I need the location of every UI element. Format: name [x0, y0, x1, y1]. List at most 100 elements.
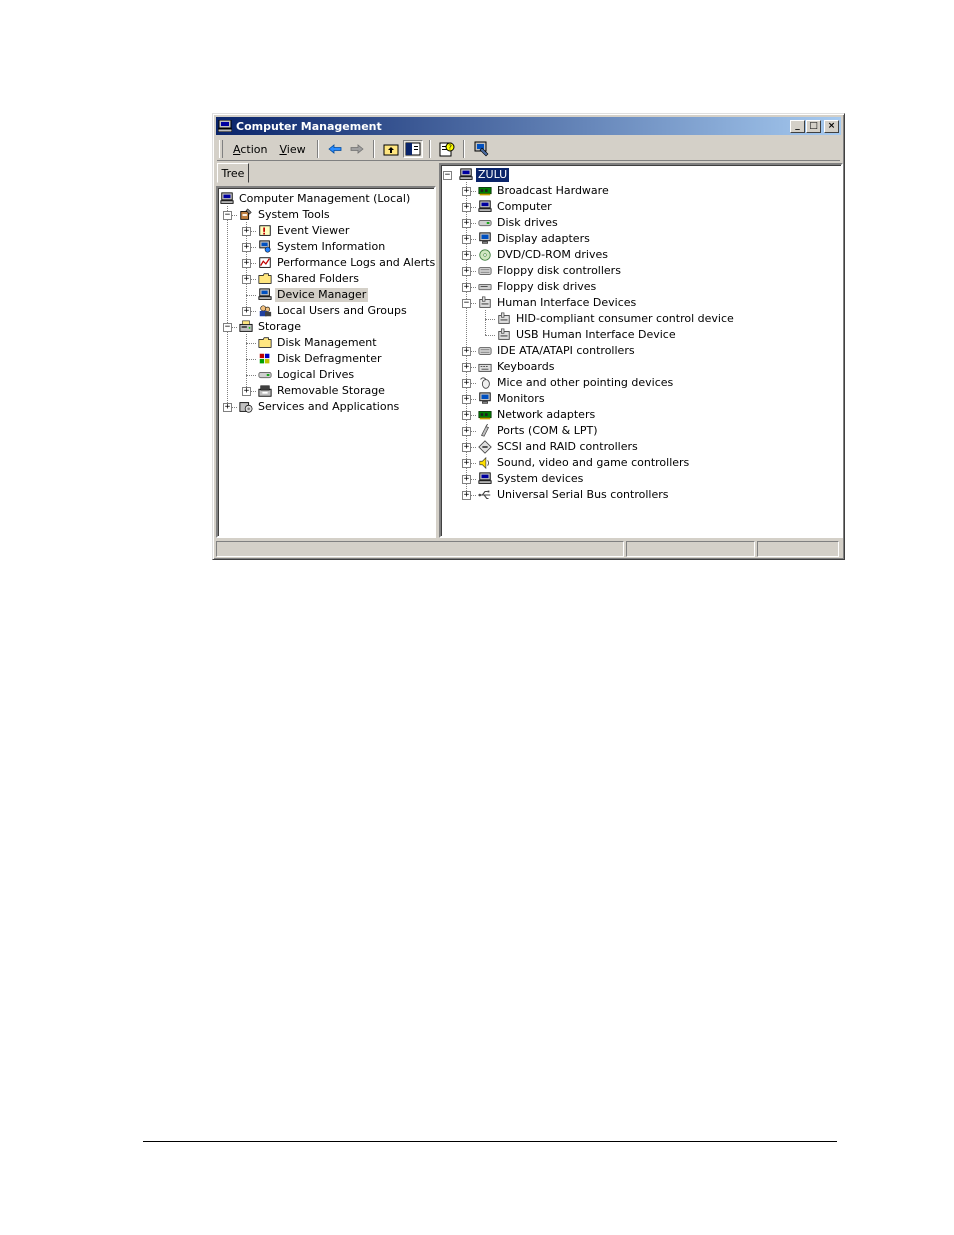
device-node-broadcast-hardware[interactable]: + Broadcast Hardware — [441, 183, 841, 199]
expand-button[interactable]: + — [462, 251, 471, 260]
expand-button[interactable]: + — [462, 475, 471, 484]
expand-button[interactable]: + — [462, 395, 471, 404]
expand-button[interactable]: + — [462, 491, 471, 500]
menu-view[interactable]: View — [273, 141, 311, 158]
toolbar-grip[interactable] — [219, 140, 223, 158]
tree-node-label: IDE ATA/ATAPI controllers — [497, 344, 635, 357]
performance-icon — [259, 257, 271, 268]
expand-button[interactable]: + — [462, 219, 471, 228]
expand-button[interactable]: + — [462, 379, 471, 388]
tree-node-system-tools[interactable]: − System Tools — [218, 207, 434, 223]
device-node-hid-compliant-consumer-control-device[interactable]: HID-compliant consumer control device — [441, 311, 841, 327]
expand-button[interactable]: + — [462, 443, 471, 452]
expand-button[interactable]: + — [462, 459, 471, 468]
device-node-zulu[interactable]: − ZULU — [441, 167, 841, 183]
device-node-monitors[interactable]: + Monitors — [441, 391, 841, 407]
expand-button[interactable]: + — [462, 203, 471, 212]
device-node-sound-video-and-game-controllers[interactable]: + Sound, video and game controllers — [441, 455, 841, 471]
computer-management-window: Computer Management _ □ × Action View ? — [212, 113, 845, 560]
up-one-level-button[interactable] — [381, 140, 401, 158]
tree-node-computer-management-local[interactable]: Computer Management (Local) — [218, 191, 434, 207]
tree-node-label: Disk drives — [497, 216, 558, 229]
expand-button[interactable]: + — [462, 363, 471, 372]
tree-node-logical-drives[interactable]: Logical Drives — [218, 367, 434, 383]
tab-tree[interactable]: Tree — [217, 163, 249, 183]
tree-node-system-information[interactable]: + System Information — [218, 239, 434, 255]
tree-node-removable-storage[interactable]: + Removable Storage — [218, 383, 434, 399]
menu-view-label: iew — [286, 142, 306, 156]
toolbar: Action View ? — [217, 138, 840, 161]
tree-node-event-viewer[interactable]: + Event Viewer — [218, 223, 434, 239]
device-node-display-adapters[interactable]: + Display adapters — [441, 231, 841, 247]
expand-button[interactable]: + — [242, 387, 251, 396]
properties-button[interactable]: ? — [437, 140, 457, 158]
scsi-icon — [478, 440, 492, 454]
expand-button[interactable]: + — [462, 187, 471, 196]
scan-hardware-button[interactable] — [471, 140, 491, 158]
expand-button[interactable]: + — [242, 275, 251, 284]
details-pane[interactable]: − ZULU + Broadcast Hardware + Computer + Disk d… — [439, 163, 843, 538]
close-button[interactable]: × — [824, 119, 839, 133]
show-hide-tree-button[interactable] — [402, 140, 423, 158]
collapse-button[interactable]: − — [462, 299, 471, 308]
monitor-icon — [479, 232, 491, 244]
device-node-usb-human-interface-device[interactable]: USB Human Interface Device — [441, 327, 841, 343]
device-node-floppy-disk-controllers[interactable]: + Floppy disk controllers — [441, 263, 841, 279]
tree-node-disk-management[interactable]: Disk Management — [218, 335, 434, 351]
tree-node-shared-folders[interactable]: + Shared Folders — [218, 271, 434, 287]
tree-pane[interactable]: Computer Management (Local) − System Tools… — [216, 186, 436, 538]
expand-button[interactable]: + — [242, 307, 251, 316]
device-node-disk-drives[interactable]: + Disk drives — [441, 215, 841, 231]
minimize-button[interactable]: _ — [790, 119, 805, 133]
tree-node-label: Network adapters — [497, 408, 596, 421]
tree-node-label: Removable Storage — [277, 384, 385, 397]
expand-button[interactable]: + — [242, 243, 251, 252]
collapse-button[interactable]: − — [443, 171, 452, 180]
removable-storage-icon — [258, 385, 272, 397]
menu-action[interactable]: Action — [227, 141, 273, 158]
tree-node-local-users-and-groups[interactable]: + Local Users and Groups — [218, 303, 434, 319]
expand-button[interactable]: + — [462, 427, 471, 436]
tree-node-storage[interactable]: − Storage — [218, 319, 434, 335]
tree-node-label: DVD/CD-ROM drives — [497, 248, 608, 261]
tree-node-services-and-applications[interactable]: + Services and Applications — [218, 399, 434, 415]
maximize-button[interactable]: □ — [806, 119, 821, 133]
device-node-dvd-cd-rom-drives[interactable]: + DVD/CD-ROM drives — [441, 247, 841, 263]
computer-icon — [459, 168, 473, 180]
device-node-system-devices[interactable]: + System devices — [441, 471, 841, 487]
tree-node-label: SCSI and RAID controllers — [497, 440, 638, 453]
device-node-ports-com-lpt[interactable]: + Ports (COM & LPT) — [441, 423, 841, 439]
device-node-floppy-disk-drives[interactable]: + Floppy disk drives — [441, 279, 841, 295]
back-button[interactable] — [325, 140, 345, 158]
expand-button[interactable]: + — [462, 347, 471, 356]
expand-button[interactable]: + — [242, 227, 251, 236]
device-node-mice-and-other-pointing-devices[interactable]: + Mice and other pointing devices — [441, 375, 841, 391]
expand-button[interactable]: + — [223, 403, 232, 412]
tree-node-device-manager[interactable]: Device Manager — [218, 287, 434, 303]
device-node-universal-serial-bus-controllers[interactable]: + Universal Serial Bus controllers — [441, 487, 841, 503]
expand-button[interactable]: + — [462, 235, 471, 244]
menu-view-hotkey: V — [279, 142, 287, 156]
title-bar[interactable]: Computer Management _ □ × — [216, 117, 841, 135]
device-node-scsi-and-raid-controllers[interactable]: + SCSI and RAID controllers — [441, 439, 841, 455]
tree-node-performance-logs-and-alerts[interactable]: + Performance Logs and Alerts — [218, 255, 435, 271]
status-cell-main — [216, 541, 624, 557]
collapse-button[interactable]: − — [223, 211, 232, 220]
expand-button[interactable]: + — [462, 267, 471, 276]
tree-node-label: Storage — [258, 320, 302, 333]
expand-button[interactable]: + — [462, 411, 471, 420]
device-node-human-interface-devices[interactable]: − Human Interface Devices — [441, 295, 841, 311]
tree-node-label: Display adapters — [497, 232, 590, 245]
device-node-computer[interactable]: + Computer — [441, 199, 841, 215]
device-node-network-adapters[interactable]: + Network adapters — [441, 407, 841, 423]
tab-strip: Tree — [217, 163, 435, 183]
expand-button[interactable]: + — [462, 283, 471, 292]
expand-button[interactable]: + — [242, 259, 251, 268]
forward-button[interactable] — [347, 140, 367, 158]
tree-node-label: USB Human Interface Device — [516, 328, 676, 341]
collapse-button[interactable]: − — [223, 323, 232, 332]
tree-node-label: Disk Management — [277, 336, 377, 349]
tree-node-disk-defragmenter[interactable]: Disk Defragmenter — [218, 351, 434, 367]
device-node-keyboards[interactable]: + Keyboards — [441, 359, 841, 375]
device-node-ide-ata-atapi-controllers[interactable]: + IDE ATA/ATAPI controllers — [441, 343, 841, 359]
